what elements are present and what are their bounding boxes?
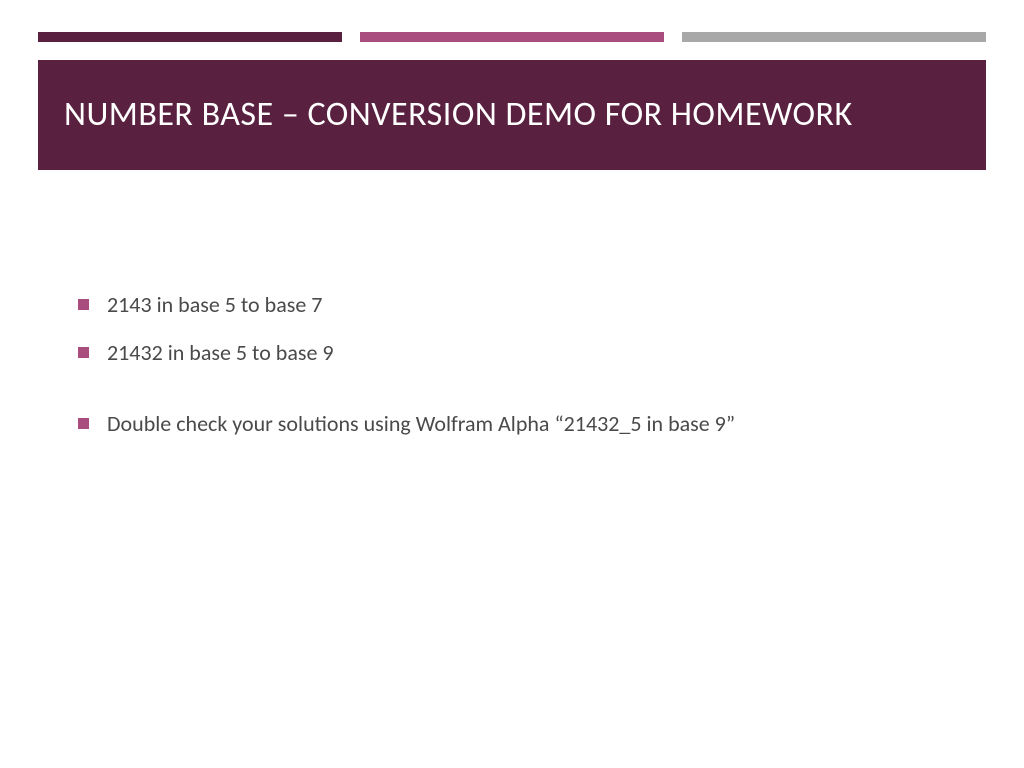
bullet-text: Double check your solutions using Wolfra… bbox=[107, 409, 954, 439]
top-accent-bars bbox=[0, 0, 1024, 42]
title-band: NUMBER BASE – CONVERSION DEMO FOR HOMEWO… bbox=[38, 60, 986, 170]
bullet-text: 21432 in base 5 to base 9 bbox=[107, 338, 954, 368]
bullet-list: 2143 in base 5 to base 7 21432 in base 5… bbox=[78, 290, 954, 439]
square-bullet-icon bbox=[78, 347, 89, 358]
bullet-text: 2143 in base 5 to base 7 bbox=[107, 290, 954, 320]
accent-bar-1 bbox=[38, 32, 342, 42]
slide-content: 2143 in base 5 to base 7 21432 in base 5… bbox=[0, 170, 1024, 439]
list-item: Double check your solutions using Wolfra… bbox=[78, 409, 954, 439]
square-bullet-icon bbox=[78, 418, 89, 429]
accent-bar-3 bbox=[682, 32, 986, 42]
accent-bar-2 bbox=[360, 32, 664, 42]
list-item: 2143 in base 5 to base 7 bbox=[78, 290, 954, 320]
square-bullet-icon bbox=[78, 299, 89, 310]
list-item: 21432 in base 5 to base 9 bbox=[78, 338, 954, 368]
slide-title: NUMBER BASE – CONVERSION DEMO FOR HOMEWO… bbox=[64, 94, 853, 137]
